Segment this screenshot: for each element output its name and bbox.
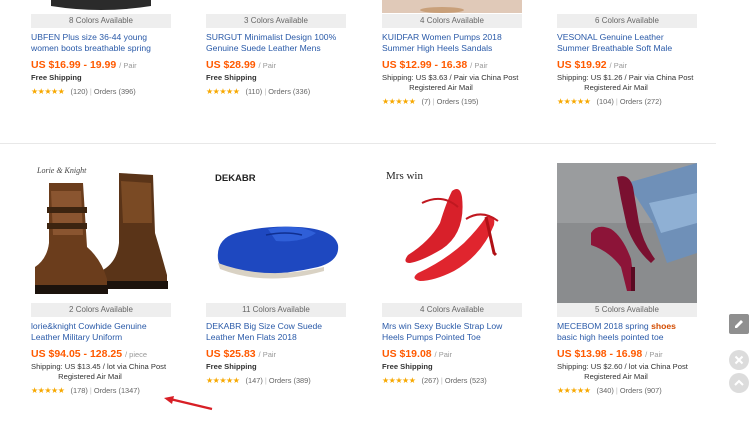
high-heels-image — [557, 163, 697, 303]
orders-link[interactable]: Orders (389) — [269, 376, 311, 385]
orders-link[interactable]: Orders (523) — [445, 376, 487, 385]
product-title-link[interactable]: lorie&knight Cowhide Genuine Leather Mil… — [31, 321, 171, 343]
star-rating: ★★★★★ — [31, 386, 65, 395]
edit-button[interactable] — [729, 314, 749, 334]
review-count-link[interactable]: (267) — [422, 376, 439, 385]
product-title-link[interactable]: MECEBOM 2018 spring shoes basic high heel… — [557, 321, 697, 343]
shipping-info: Shipping: US $1.26 / Pair via China Post… — [557, 73, 694, 92]
back-to-top-button[interactable] — [729, 373, 749, 393]
product-card[interactable]: 3 Colors Available SURGUT Minimalist Des… — [206, 0, 346, 96]
review-count-link[interactable]: (120) — [71, 87, 88, 96]
colors-available: 4 Colors Available — [382, 14, 522, 28]
shipping-info: Shipping: US $3.63 / Pair via China Post… — [382, 73, 519, 92]
product-title-link[interactable]: DEKABR Big Size Cow Suede Leather Men Fl… — [206, 321, 346, 343]
annotation-arrow — [164, 396, 213, 411]
colors-available: 8 Colors Available — [31, 14, 171, 28]
rating-orders: ★★★★★ (110) | Orders (336) — [206, 87, 311, 96]
price: US $25.83 / Pair — [206, 348, 277, 360]
product-title-link[interactable]: VESONAL Genuine Leather Summer Breathabl… — [557, 32, 697, 54]
close-button[interactable] — [729, 350, 749, 370]
product-card[interactable]: 8 Colors Available UBFEN Plus size 36-44… — [31, 0, 171, 96]
price: US $12.99 - 16.38 / Pair — [382, 59, 488, 71]
star-rating: ★★★★★ — [382, 97, 416, 106]
chevron-up-icon — [734, 379, 744, 386]
brand-logo: Lorie & Knight — [36, 166, 87, 175]
product-image[interactable]: DEKABR — [206, 163, 346, 303]
blue-loafer-image: DEKABR — [206, 163, 346, 303]
sandals-image — [382, 0, 522, 14]
brand-logo: Mrs win — [386, 170, 423, 182]
brand-logo: DEKABR — [215, 173, 256, 184]
product-title-link[interactable]: Mrs win Sexy Buckle Strap Low Heels Pump… — [382, 321, 522, 343]
colors-available: 5 Colors Available — [557, 303, 697, 317]
price: US $16.99 - 19.99 / Pair — [31, 59, 137, 71]
rating-orders: ★★★★★ (120) | Orders (396) — [31, 87, 136, 96]
product-image[interactable] — [382, 0, 522, 14]
orders-link[interactable]: Orders (336) — [268, 87, 310, 96]
shoe-image — [557, 0, 697, 14]
product-card[interactable]: Lorie & Knight 2 Colors Available lorie&… — [31, 163, 171, 395]
review-count-link[interactable]: (110) — [246, 87, 263, 96]
shipping-info: Free Shipping — [206, 362, 257, 371]
star-rating: ★★★★★ — [557, 386, 591, 395]
star-rating: ★★★★★ — [31, 87, 65, 96]
shipping-info: Shipping: US $13.45 / lot via China Post… — [31, 362, 167, 381]
colors-available: 11 Colors Available — [206, 303, 346, 317]
star-rating: ★★★★★ — [557, 97, 591, 106]
price: US $94.05 - 128.25 / piece — [31, 348, 148, 360]
price: US $19.92 / Pair — [557, 59, 628, 71]
row-divider — [0, 143, 716, 144]
orders-link[interactable]: Orders (1347) — [94, 386, 140, 395]
price: US $28.99 / Pair — [206, 59, 277, 71]
shipping-info: Free Shipping — [382, 362, 433, 371]
review-count-link[interactable]: (340) — [597, 386, 614, 395]
review-count-link[interactable]: (178) — [71, 386, 88, 395]
star-rating: ★★★★★ — [382, 376, 416, 385]
product-image[interactable] — [206, 0, 346, 14]
product-image[interactable] — [557, 0, 697, 14]
product-card[interactable]: Mrs win 4 Colors Available Mrs win Sexy … — [382, 163, 522, 385]
product-card[interactable]: 5 Colors Available MECEBOM 2018 spring s… — [557, 163, 697, 395]
star-rating: ★★★★★ — [206, 376, 240, 385]
product-card[interactable]: 4 Colors Available KUIDFAR Women Pumps 2… — [382, 0, 522, 106]
colors-available: 3 Colors Available — [206, 14, 346, 28]
product-card[interactable]: 6 Colors Available VESONAL Genuine Leath… — [557, 0, 697, 106]
rating-orders: ★★★★★ (178) | Orders (1347) — [31, 386, 140, 395]
close-icon — [734, 355, 744, 365]
price: US $13.98 - 16.98 / Pair — [557, 348, 663, 360]
rating-orders: ★★★★★ (104) | Orders (272) — [557, 97, 662, 106]
product-card[interactable]: DEKABR 11 Colors Available DEKABR Big Si… — [206, 163, 346, 385]
price: US $19.08 / Pair — [382, 348, 453, 360]
rating-orders: ★★★★★ (267) | Orders (523) — [382, 376, 487, 385]
shoe-image — [206, 0, 346, 14]
leather-boots-image: Lorie & Knight — [31, 163, 171, 303]
product-title-link[interactable]: SURGUT Minimalist Design 100% Genuine Su… — [206, 32, 346, 54]
boots-image — [31, 0, 171, 14]
product-image[interactable] — [557, 163, 697, 303]
review-count-link[interactable]: (147) — [246, 376, 263, 385]
shipping-info: Free Shipping — [31, 73, 82, 82]
orders-link[interactable]: Orders (907) — [620, 386, 662, 395]
pencil-icon — [735, 320, 743, 328]
colors-available: 4 Colors Available — [382, 303, 522, 317]
rating-orders: ★★★★★ (147) | Orders (389) — [206, 376, 311, 385]
colors-available: 6 Colors Available — [557, 14, 697, 28]
product-image[interactable]: Mrs win — [382, 163, 522, 303]
product-title-link[interactable]: UBFEN Plus size 36-44 young women boots … — [31, 32, 171, 54]
orders-link[interactable]: Orders (396) — [94, 87, 136, 96]
review-count-link[interactable]: (7) — [422, 97, 431, 106]
rating-orders: ★★★★★ (7) | Orders (195) — [382, 97, 479, 106]
colors-available: 2 Colors Available — [31, 303, 171, 317]
red-pumps-image: Mrs win — [382, 163, 522, 303]
star-rating: ★★★★★ — [206, 87, 240, 96]
orders-link[interactable]: Orders (272) — [620, 97, 662, 106]
rating-orders: ★★★★★ (340) | Orders (907) — [557, 386, 662, 395]
review-count-link[interactable]: (104) — [597, 97, 614, 106]
product-image[interactable] — [31, 0, 171, 14]
product-title-link[interactable]: KUIDFAR Women Pumps 2018 Summer High Hee… — [382, 32, 522, 54]
product-image[interactable]: Lorie & Knight — [31, 163, 171, 303]
shipping-info: Shipping: US $2.60 / lot via China Post R… — [557, 362, 688, 381]
shipping-info: Free Shipping — [206, 73, 257, 82]
orders-link[interactable]: Orders (195) — [437, 97, 479, 106]
